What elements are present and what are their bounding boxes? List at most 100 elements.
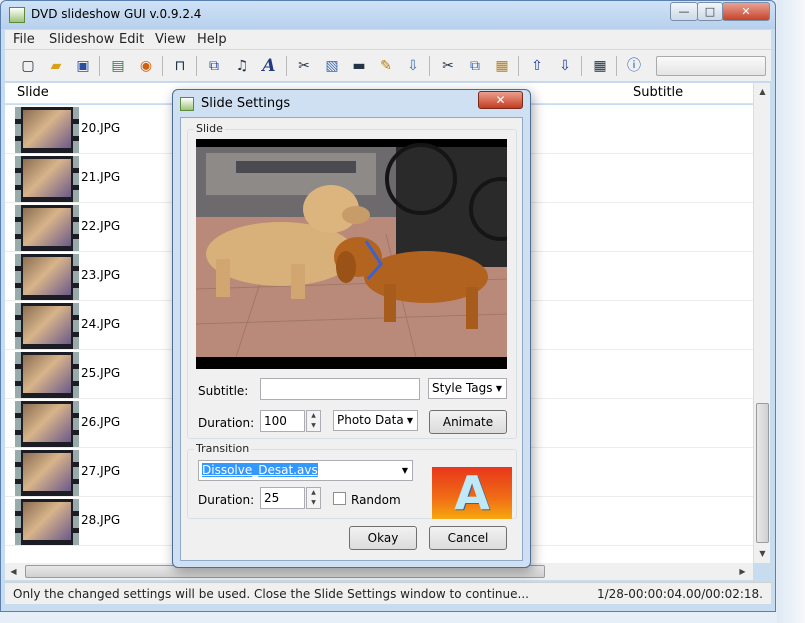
toolbar-separator	[429, 56, 430, 76]
slide-thumbnail	[15, 303, 79, 349]
save-icon[interactable]: ▣	[72, 55, 94, 77]
slide-group-label: Slide	[194, 122, 225, 135]
minimize-button[interactable]: —	[670, 2, 698, 21]
scroll-left-icon[interactable]: ◀	[5, 563, 22, 580]
title-icon[interactable]: A	[258, 55, 280, 77]
spin-up-icon[interactable]: ▲	[307, 488, 320, 498]
menu-slideshow[interactable]: Slideshow	[49, 32, 114, 47]
menu-edit[interactable]: Edit	[119, 32, 144, 47]
slide-filename: 28.JPG	[81, 513, 121, 527]
transition-preview: A	[432, 467, 512, 519]
progress-field	[656, 56, 766, 76]
dialog-body: Slide Subtitle: Style Tags ▼ Duration: 1…	[180, 117, 523, 561]
slide-thumbnail	[15, 450, 79, 496]
duration-input[interactable]: 100	[260, 410, 305, 432]
toolbar-separator	[162, 56, 163, 76]
scroll-right-icon[interactable]: ▶	[734, 563, 751, 580]
title-bar: DVD slideshow GUI v.0.9.2.4 — □ ✕	[1, 1, 775, 29]
add-dvd-icon[interactable]: ◉	[135, 55, 157, 77]
clapper-icon[interactable]: ▬	[348, 55, 370, 77]
slide-thumbnail	[15, 499, 79, 545]
help-icon[interactable]: ⓘ	[623, 55, 645, 77]
slide-preview-image	[196, 139, 507, 369]
image-edit-icon[interactable]: ▧	[321, 55, 343, 77]
menu-view[interactable]: View	[155, 32, 186, 47]
dialog-title: Slide Settings	[201, 96, 291, 111]
burn-icon[interactable]: ⇩	[402, 55, 424, 77]
style-tags-dropdown[interactable]: Style Tags ▼	[428, 378, 507, 399]
desktop-background	[777, 0, 805, 623]
cancel-button[interactable]: Cancel	[429, 526, 507, 550]
new-icon[interactable]: ▢	[17, 55, 39, 77]
slide-thumbnail	[15, 156, 79, 202]
slide-thumbnail	[15, 205, 79, 251]
transition-duration-label: Duration:	[198, 493, 255, 507]
move-up-icon[interactable]: ⇧	[526, 55, 548, 77]
grid-icon[interactable]: ▦	[589, 55, 611, 77]
toolbar-separator	[196, 56, 197, 76]
column-slide[interactable]: Slide	[17, 85, 49, 100]
vertical-scrollbar[interactable]: ▲ ▼	[753, 83, 770, 563]
dialog-close-button[interactable]: ✕	[478, 91, 523, 109]
photo-data-label: Photo Data	[337, 413, 404, 427]
dialog-app-icon	[180, 97, 194, 111]
slide-filename: 27.JPG	[81, 464, 121, 478]
chevron-down-icon: ▼	[406, 416, 413, 425]
toolbar-separator	[616, 56, 617, 76]
copy-slide-icon[interactable]: ⧉	[203, 55, 225, 77]
paste-icon[interactable]: ▦	[491, 55, 513, 77]
toolbar-separator	[518, 56, 519, 76]
toolbar: ▢ ▰ ▣ ▤ ◉ ⊓ ⧉ ♫ A ✂ ▧ ▬ ✎ ⇩ ✂ ⧉ ▦ ⇧ ⇩ ▦ …	[5, 50, 771, 82]
scroll-down-icon[interactable]: ▼	[754, 545, 771, 562]
pencil-icon[interactable]: ✎	[375, 55, 397, 77]
maximize-button[interactable]: □	[697, 2, 723, 21]
slide-filename: 23.JPG	[81, 268, 121, 282]
slide-group: Slide Subtitle: Style Tags ▼ Duration: 1…	[187, 122, 517, 439]
status-bar: Only the changed settings will be used. …	[5, 582, 771, 604]
transition-duration-stepper[interactable]: ▲ ▼	[306, 487, 321, 509]
toolbar-separator	[99, 56, 100, 76]
slide-thumbnail	[15, 401, 79, 447]
toolbar-separator	[581, 56, 582, 76]
spin-up-icon[interactable]: ▲	[307, 411, 320, 421]
column-subtitle[interactable]: Subtitle	[633, 85, 683, 100]
transition-selected-value: Dissolve_Desat.avs	[202, 463, 318, 477]
duration-stepper[interactable]: ▲ ▼	[306, 410, 321, 432]
transition-group-label: Transition	[194, 442, 252, 455]
toolbar-separator	[286, 56, 287, 76]
random-checkbox[interactable]	[333, 492, 346, 505]
photo-data-dropdown[interactable]: Photo Data ▼	[333, 410, 418, 431]
spin-down-icon[interactable]: ▼	[307, 498, 320, 508]
add-slides-icon[interactable]: ▤	[107, 55, 129, 77]
vertical-scroll-thumb[interactable]	[756, 403, 769, 543]
slide-settings-dialog: Slide Settings ✕ Slide Subtitle: Style T…	[172, 89, 531, 568]
random-label: Random	[351, 493, 401, 507]
copy-icon[interactable]: ⧉	[464, 55, 486, 77]
window-title: DVD slideshow GUI v.0.9.2.4	[31, 7, 202, 21]
okay-button[interactable]: Okay	[349, 526, 417, 550]
spin-down-icon[interactable]: ▼	[307, 421, 320, 431]
preview-icon[interactable]: ⊓	[169, 55, 191, 77]
open-icon[interactable]: ▰	[45, 55, 67, 77]
cut-icon[interactable]: ✂	[293, 55, 315, 77]
music-icon[interactable]: ♫	[231, 55, 253, 77]
scissors-icon[interactable]: ✂	[437, 55, 459, 77]
style-tags-label: Style Tags	[432, 381, 493, 395]
transition-dropdown[interactable]: Dissolve_Desat.avs ▼	[198, 460, 413, 481]
slide-filename: 26.JPG	[81, 415, 121, 429]
slide-filename: 24.JPG	[81, 317, 121, 331]
close-button[interactable]: ✕	[722, 2, 770, 21]
slide-filename: 25.JPG	[81, 366, 121, 380]
animate-button[interactable]: Animate	[429, 410, 507, 434]
menu-file[interactable]: File	[13, 32, 35, 47]
app-icon	[9, 7, 25, 23]
slide-thumbnail	[15, 107, 79, 153]
scroll-up-icon[interactable]: ▲	[754, 83, 771, 100]
menu-help[interactable]: Help	[197, 32, 227, 47]
status-time: 1/28-00:00:04.00/00:02:18.	[596, 587, 763, 601]
dogs-photo	[196, 139, 507, 369]
move-down-icon[interactable]: ⇩	[554, 55, 576, 77]
subtitle-input[interactable]	[260, 378, 420, 400]
transition-duration-input[interactable]: 25	[260, 487, 305, 509]
status-message: Only the changed settings will be used. …	[13, 587, 529, 601]
